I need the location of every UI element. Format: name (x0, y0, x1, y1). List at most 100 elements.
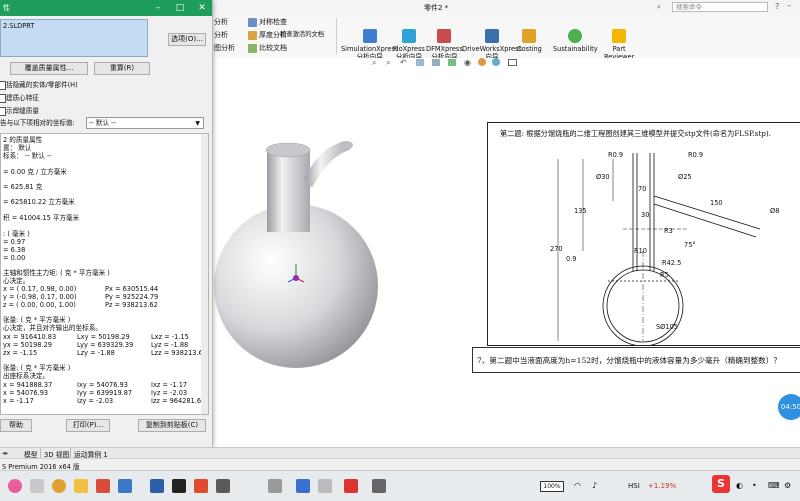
app-icon-blue[interactable] (118, 479, 132, 493)
help-icon[interactable]: ? (775, 2, 779, 11)
ribbon-item-symmetry-check[interactable]: 对称检查 (248, 17, 287, 27)
flask-3d-model[interactable] (212, 138, 412, 448)
display-style-icon[interactable] (448, 59, 456, 66)
dfmxpress-button[interactable]: DFMXpress 分析向导 (426, 29, 463, 61)
dim-label: Ø30 (596, 173, 610, 181)
app-icon-gray[interactable] (30, 479, 44, 493)
recalculate-button[interactable]: 重算(R) (94, 62, 150, 75)
maximize-icon[interactable]: □ (170, 2, 190, 14)
view-orientation-icon[interactable] (432, 59, 440, 66)
settings-icon[interactable]: ⚙ (784, 481, 791, 490)
options-button[interactable]: 选项(O)... (168, 33, 206, 46)
ribbon-item-thickness[interactable]: 厚度分析 (248, 30, 287, 40)
windows-taskbar: 100% ◠ ♪ HSI +1.19% S ◐ • ⌨ ⚙ (0, 470, 800, 501)
dim-label: Ø25 (678, 173, 692, 181)
dim-label: 135 (574, 207, 587, 215)
output-inertia-value: Ixz = -1.17 (151, 381, 188, 389)
dialog-title: 性 (3, 4, 10, 12)
app-icon-solidworks[interactable] (194, 479, 208, 493)
close-icon[interactable]: ✕ (192, 2, 212, 14)
appearance-icon[interactable] (478, 58, 486, 66)
app-icon-red[interactable] (96, 479, 110, 493)
volume-icon[interactable]: ♪ (592, 481, 597, 490)
sustainability-button[interactable]: Sustainability (553, 29, 598, 53)
dialog-titlebar[interactable]: 性 – □ ✕ (0, 0, 212, 16)
chevron-down-icon: ▼ (195, 120, 200, 127)
dim-label: R42.5 (662, 259, 682, 267)
reviewer-icon (612, 29, 627, 43)
punctuation-icon[interactable]: • (752, 481, 757, 490)
keyboard-icon[interactable]: ⌨ (768, 481, 780, 490)
app-icon-orange[interactable] (52, 479, 66, 493)
app-icon-black[interactable] (172, 479, 186, 493)
com-y: = 6.38 (3, 246, 26, 254)
app-icon-gray3[interactable] (372, 479, 386, 493)
battery-text: 100% (543, 483, 561, 490)
inertia-value: zx = -1.15 (3, 349, 38, 357)
minimize-icon[interactable]: – (787, 1, 791, 10)
ribbon-item-analysis-1[interactable]: 分析 (214, 17, 228, 27)
app-icon-blue2[interactable] (296, 479, 310, 493)
coord-label: 告与以下项相对的坐标值: (0, 119, 75, 127)
sogou-ime-icon[interactable]: S (712, 475, 730, 493)
help-button[interactable]: 帮助 (0, 419, 32, 432)
section-view-icon[interactable] (416, 59, 424, 66)
drawing-title: 第二题: 根据分馏烧瓶的二维工程图创建其三维模型并提交stp文件(命名为FLSP… (500, 129, 771, 138)
tab-divider (70, 448, 71, 458)
search-input[interactable]: 搜索命令 (672, 2, 768, 12)
inertia-value: Lxz = -1.15 (151, 333, 189, 341)
copy-to-clipboard-button[interactable]: 复制到剪贴板(C) (138, 419, 206, 432)
battery-indicator[interactable]: 100% (540, 481, 564, 492)
app-icon-navy[interactable] (150, 479, 164, 493)
previous-view-icon[interactable]: ↶ (400, 58, 407, 67)
output-inertia-heading: 张量: ( 克 * 平方毫米 ) (3, 364, 71, 372)
area-line: 积 = 41004.15 平方毫米 (3, 214, 80, 222)
question-text: 7、第二题中当液面高度为h=152时，分馏烧瓶中的液体容量为多少毫升（精确到整数… (477, 356, 781, 365)
timer-badge[interactable]: 04:50 (778, 394, 800, 420)
inertia-value: Lzy = -1.88 (77, 349, 115, 357)
zoom-area-icon[interactable]: ⌕ (386, 58, 390, 68)
tab-scroll-icon[interactable]: ◂▸ (2, 449, 9, 457)
ribbon-item-graph-analysis[interactable]: 图分析 (214, 43, 235, 53)
app-icon-pink[interactable] (8, 479, 22, 493)
app-icon-gray2[interactable] (268, 479, 282, 493)
ribbon-item-analysis-2[interactable]: 分析 (214, 30, 228, 40)
wifi-icon[interactable]: ◠ (574, 481, 581, 490)
floxpress-button[interactable]: FloXpress 分析向导 (393, 29, 425, 61)
question-banner: 7、第二题中当液面高度为h=152时，分馏烧瓶中的液体容量为多少毫升（精确到整数… (472, 347, 800, 373)
dim-label: R0.9 (688, 151, 704, 159)
dim-label: 150 (710, 199, 723, 207)
coordinate-system-select[interactable]: -- 默认 -- ▼ (86, 117, 204, 129)
part-reviewer-button[interactable]: Part Reviewer (604, 29, 634, 61)
checkbox-label: 示焊缝质量 (6, 107, 39, 115)
mass-properties-results[interactable]: 2 的质量属性 置： 默认 标系： -- 默认 -- = 0.00 克 / 立方… (0, 133, 209, 415)
flask-2d-drawing (557, 153, 761, 345)
ribbon-item-compare[interactable]: 比较文档 (248, 43, 287, 53)
print-button[interactable]: 打印(P)... (66, 419, 110, 432)
selected-items-list[interactable]: 2.SLDPRT (0, 19, 148, 57)
override-mass-button[interactable]: 覆盖质量属性... (10, 62, 88, 75)
zoom-fit-icon[interactable]: ⌕ (372, 58, 376, 68)
scene-icon[interactable] (492, 58, 500, 66)
costing-button[interactable]: Costing (517, 29, 542, 53)
output-inertia-value: Iyy = 639919.87 (77, 389, 133, 397)
hide-show-icon[interactable]: ◉ (464, 58, 471, 67)
minimize-icon[interactable]: – (148, 2, 168, 14)
search-icon[interactable]: ⌕ (657, 3, 661, 12)
btn-label: Costing (517, 45, 542, 53)
app-icon-wps[interactable] (344, 479, 358, 493)
view-settings-icon[interactable] (508, 59, 517, 66)
simulationxpress-button[interactable]: SimulationXpress 分析向导 (341, 29, 398, 61)
app-icon-yellow[interactable] (74, 479, 88, 493)
driveworksxpress-button[interactable]: DriveWorksXpress 向导 (462, 29, 522, 61)
output-inertia-sub: 出座标系决定。 (3, 372, 50, 380)
results-scrollbar[interactable] (201, 134, 208, 414)
ime-mode-icon[interactable]: ◐ (736, 481, 743, 490)
btn-label: Part (612, 45, 626, 53)
inertia-value: Lyy = 639329.39 (77, 341, 134, 349)
ticker-symbol[interactable]: HSI (628, 482, 640, 490)
app-icon-light[interactable] (318, 479, 332, 493)
app-icon-dark[interactable] (216, 479, 230, 493)
density-line: = 0.00 克 / 立方毫米 (3, 168, 67, 176)
principal-py: Py = 925224.79 (105, 293, 159, 301)
